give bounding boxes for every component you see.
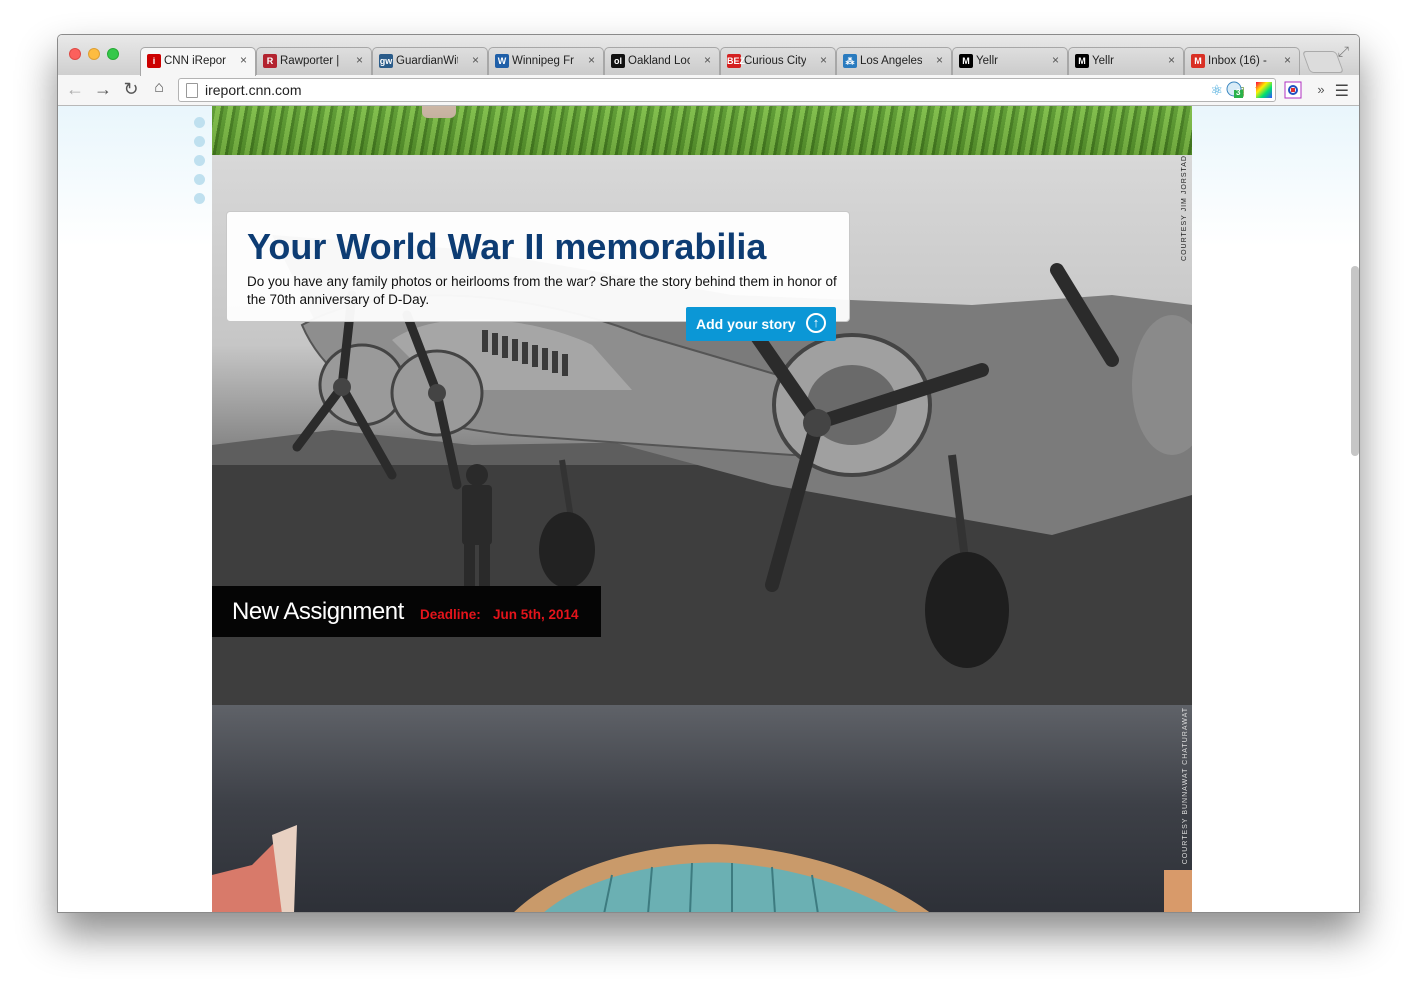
extension-badge: 3 [1236, 88, 1241, 97]
extension-globe-icon[interactable]: 3 [1226, 81, 1244, 99]
carousel-dot[interactable] [194, 155, 205, 166]
carousel-dots [194, 117, 205, 212]
photo-credit: COURTESY JIM JORSTAD [1181, 155, 1188, 261]
tab-title: Oakland Loc [628, 55, 690, 67]
add-story-label: Add your story [696, 316, 796, 332]
tab-title: CNN iReport [164, 55, 226, 67]
photo-credit: COURTESY BUNNAWAT CHATURAWAT [1182, 707, 1189, 865]
address-bar[interactable]: ireport.cnn.com ⚛ ▤ ☆ [178, 78, 1276, 102]
tab-favicon-icon: ⁂ [843, 54, 857, 68]
tab-strip: i CNN iReport × R Rawporter | × gw GuardianWit ×… [58, 35, 1359, 76]
window-zoom-button[interactable] [107, 48, 119, 60]
tab-close-icon[interactable]: × [1052, 53, 1059, 67]
browser-tab[interactable]: i CNN iReport × [140, 47, 256, 76]
address-url[interactable]: ireport.cnn.com [205, 82, 301, 98]
tab-close-icon[interactable]: × [936, 53, 943, 67]
tab-title: Inbox (16) - [1208, 55, 1267, 67]
tab-title: Yellr [1092, 55, 1114, 67]
carousel-dot[interactable] [194, 193, 205, 204]
fullscreen-icon[interactable]: ⤢ [1338, 43, 1349, 60]
tab-title: GuardianWit [396, 55, 458, 67]
tab-close-icon[interactable]: × [240, 53, 247, 67]
figure-legs-shape [422, 106, 456, 118]
tab-favicon-icon: gw [379, 54, 393, 68]
tab-title: Los Angeles [860, 55, 922, 67]
browser-toolbar: ← → ↻ ⌂ ireport.cnn.com ⚛ ▤ ☆ 3 » ☰ [58, 75, 1359, 106]
architecture-illustration [212, 825, 1192, 912]
tab-title: Yellr [976, 55, 998, 67]
extension-color-icon[interactable] [1255, 81, 1273, 99]
window-close-button[interactable] [69, 48, 81, 60]
tab-title: Winnipeg Fr [512, 55, 574, 67]
new-assignment-banner: New Assignment Deadline: Jun 5th, 2014 [212, 586, 601, 637]
assignment-description: Do you have any family photos or heirloo… [247, 274, 837, 307]
previous-slide-image [212, 106, 1192, 155]
browser-tab[interactable]: ol Oakland Loc × [604, 47, 720, 75]
assignment-card: Your World War II memorabilia Do you hav… [226, 211, 850, 322]
page-viewport: COURTESY JIM JORSTAD Your World War II m… [58, 106, 1359, 912]
page-icon [186, 83, 198, 98]
upload-arrow-icon: ↑ [806, 313, 826, 333]
tab-favicon-icon: BEZ [727, 54, 745, 68]
tab-title: Rawporter | [280, 55, 340, 67]
browser-tab[interactable]: BEZ Curious City × [720, 47, 836, 75]
extensions-overflow-icon[interactable]: » [1310, 82, 1332, 97]
browser-tab[interactable]: M Inbox (16) - × [1184, 47, 1300, 75]
tab-close-icon[interactable]: × [1284, 53, 1291, 67]
tab-close-icon[interactable]: × [356, 53, 363, 67]
window-minimize-button[interactable] [88, 48, 100, 60]
add-your-story-button[interactable]: Add your story ↑ [686, 307, 836, 341]
new-assignment-label: New Assignment [232, 598, 404, 625]
tab-title: Curious City [744, 55, 806, 67]
browser-tab[interactable]: M Yellr × [952, 47, 1068, 75]
browser-tab[interactable]: gw GuardianWit × [372, 47, 488, 75]
assignment-title[interactable]: Your World War II memorabilia [247, 226, 766, 268]
deadline-date: Jun 5th, 2014 [493, 607, 579, 622]
back-arrow-icon[interactable]: ← [64, 79, 86, 100]
deadline-label: Deadline: [420, 607, 481, 622]
network-icon[interactable]: ⚛ [1210, 82, 1223, 99]
carousel-dot[interactable] [194, 136, 205, 147]
tab-favicon-icon: M [1191, 54, 1205, 68]
tab-close-icon[interactable]: × [820, 53, 827, 67]
browser-window: i CNN iReport × R Rawporter | × gw GuardianWit ×… [57, 34, 1360, 913]
tab-close-icon[interactable]: × [704, 53, 711, 67]
browser-tab[interactable]: R Rawporter | × [256, 47, 372, 75]
forward-arrow-icon[interactable]: → [92, 79, 114, 100]
extension-grid-icon[interactable] [1284, 81, 1302, 99]
tab-favicon-icon: ol [611, 54, 625, 68]
tab-favicon-icon: M [959, 54, 973, 68]
browser-tab[interactable]: W Winnipeg Fr × [488, 47, 604, 75]
home-icon[interactable]: ⌂ [148, 79, 170, 97]
tab-favicon-icon: W [495, 54, 509, 68]
browser-tab[interactable]: M Yellr × [1068, 47, 1184, 75]
tab-favicon-icon: i [147, 54, 161, 68]
reload-icon[interactable]: ↻ [120, 79, 142, 100]
tab-favicon-icon: R [263, 54, 277, 68]
next-slide-image[interactable]: COURTESY BUNNAWAT CHATURAWAT [212, 705, 1192, 912]
tab-close-icon[interactable]: × [1168, 53, 1175, 67]
carousel-dot[interactable] [194, 117, 205, 128]
carousel-dot[interactable] [194, 174, 205, 185]
tab-favicon-icon: M [1075, 54, 1089, 68]
tab-close-icon[interactable]: × [588, 53, 595, 67]
browser-tab[interactable]: ⁂ Los Angeles × [836, 47, 952, 75]
vertical-scrollbar[interactable] [1351, 266, 1359, 456]
tab-close-icon[interactable]: × [472, 53, 479, 67]
chrome-menu-icon[interactable]: ☰ [1335, 81, 1349, 101]
